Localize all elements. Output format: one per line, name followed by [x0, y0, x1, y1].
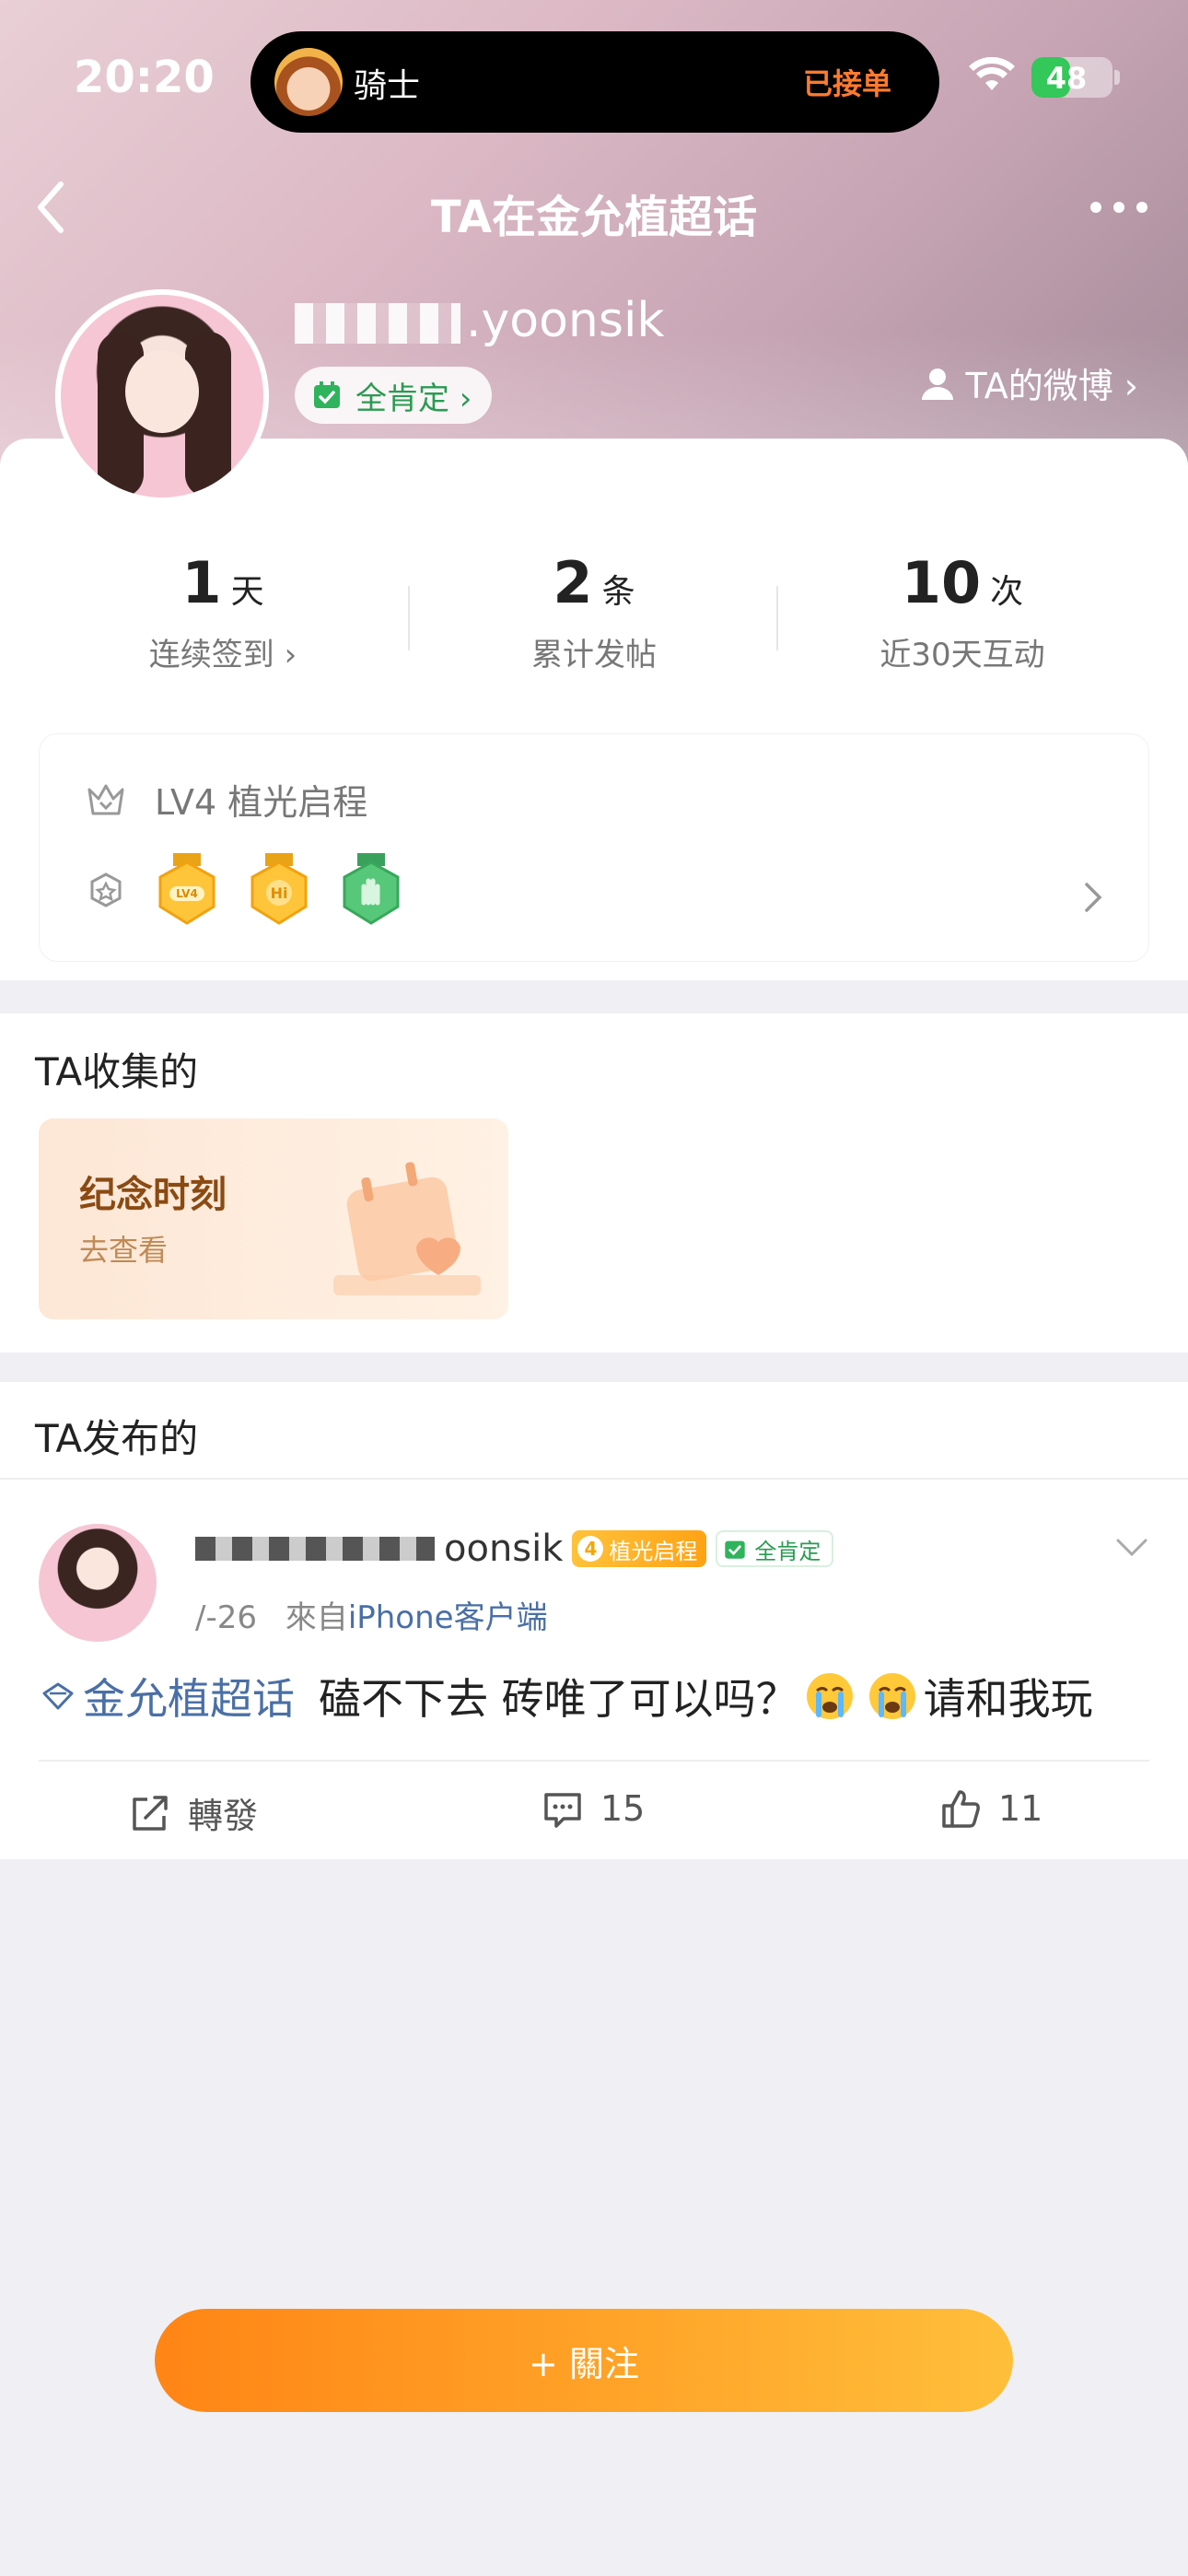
username-masked: [295, 303, 460, 344]
post-author-avatar[interactable]: [39, 1524, 157, 1642]
calendar-check-icon: [725, 1540, 746, 1559]
post-divider: [39, 1760, 1149, 1762]
medal-row: LV4 Hi: [85, 851, 403, 929]
repost-label: 轉發: [188, 1796, 259, 1836]
island-name: 骑士: [354, 67, 421, 105]
post-source[interactable]: iPhone客户端: [348, 1599, 548, 1636]
svg-text:LV4: LV4: [176, 887, 198, 900]
section-divider: [0, 1478, 1188, 1480]
stat-checkin[interactable]: 1天 连续签到 ›: [39, 549, 407, 674]
battery-nub: [1114, 70, 1120, 85]
post-author-name-text: oonsik: [444, 1528, 564, 1570]
svg-text:Hi: Hi: [271, 884, 288, 902]
weibo-link-label: TA的微博 ›: [965, 366, 1138, 406]
ta-weibo-link[interactable]: TA的微博 ›: [919, 357, 1138, 408]
medal-outline-icon: [90, 872, 122, 907]
post-meta: /-26 來自iPhone客户端: [195, 1592, 548, 1637]
memory-card-title: 纪念时刻: [79, 1174, 227, 1216]
memory-card[interactable]: 纪念时刻 去查看: [39, 1118, 508, 1319]
stat-unit: 次: [990, 573, 1024, 611]
calendar-heart-icon: [333, 1162, 481, 1295]
diamond-icon: [42, 1682, 74, 1710]
island-avatar: [274, 48, 343, 116]
collected-section: TA收集的 纪念时刻 去查看: [0, 1013, 1188, 1352]
crying-emoji-icon: [868, 1673, 915, 1719]
wifi-icon: [969, 57, 1015, 90]
username: .yoonsik: [295, 293, 665, 348]
memory-card-subtitle: 去查看: [79, 1233, 169, 1268]
dynamic-island[interactable]: 骑士 已接单: [250, 31, 939, 133]
like-count: 11: [998, 1788, 1043, 1829]
medal-hand-icon: [343, 853, 400, 925]
battery-indicator: 48: [1031, 57, 1112, 98]
level-crown-icon: [87, 784, 124, 814]
badge-label: 全肯定 ›: [355, 380, 472, 417]
follow-button[interactable]: + 關注: [155, 2309, 1013, 2412]
post-text-tail: 请和我玩: [923, 1674, 1093, 1724]
stat-number: 2: [553, 549, 593, 616]
full-affirm-tag-label: 全肯定: [754, 1538, 821, 1564]
level-row: LV4 植光启程: [85, 774, 367, 825]
comment-icon: [544, 1793, 581, 1828]
post-author-name-masked: [195, 1537, 435, 1561]
stat-unit: 天: [230, 573, 264, 611]
page-title: TA在金允植超话: [430, 192, 758, 243]
stat-posts[interactable]: 2条 累计发帖: [410, 549, 778, 674]
level-badge[interactable]: 4 植光启程: [572, 1530, 707, 1567]
stat-number: 1: [181, 549, 222, 616]
like-button[interactable]: 11: [939, 1787, 1042, 1830]
post-text-main: 磕不下去 砖唯了可以吗？: [319, 1674, 798, 1724]
post-source-prefix: 來自: [285, 1599, 348, 1636]
island-status: 已接单: [802, 66, 891, 101]
comment-button[interactable]: 15: [542, 1787, 645, 1830]
person-icon: [922, 368, 954, 400]
stat-unit: 条: [601, 573, 635, 611]
medal-hi-icon: Hi: [250, 853, 308, 925]
section-title: TA发布的: [35, 1416, 199, 1461]
full-affirm-badge[interactable]: 全肯定 ›: [295, 367, 493, 424]
more-icon[interactable]: [1087, 193, 1151, 221]
calendar-check-icon: [314, 381, 340, 408]
stat-number: 10: [901, 549, 982, 616]
stat-interactions[interactable]: 10 次 近30天互动: [778, 549, 1147, 674]
chevron-right-icon: [1085, 883, 1102, 912]
comment-count: 15: [600, 1788, 646, 1829]
username-text: .yoonsik: [466, 293, 665, 348]
crying-emoji-icon: [806, 1673, 853, 1719]
post-date: /-26: [195, 1599, 257, 1636]
thumbs-up-icon: [942, 1790, 980, 1828]
post-author-name[interactable]: oonsik 4 植光启程 全肯定: [195, 1528, 834, 1570]
level-badge-text: 植光启程: [609, 1538, 698, 1564]
level-text: LV4 植光启程: [155, 782, 368, 823]
repost-button[interactable]: 轉發: [129, 1787, 258, 1838]
level-badge-number: 4: [577, 1536, 604, 1562]
section-gap: [0, 982, 1188, 1013]
section-gap: [0, 1352, 1188, 1382]
super-topic-label: 金允植超话: [83, 1674, 295, 1724]
profile-card: 1天 连续签到 › 2条 累计发帖 10 次 近30天互动 LV4 植光启程 L…: [0, 439, 1188, 980]
level-medal-card[interactable]: LV4 植光启程 LV4 Hi: [39, 733, 1149, 962]
user-avatar[interactable]: [55, 289, 269, 503]
super-topic-link[interactable]: 金允植超话: [39, 1666, 295, 1727]
stat-label: 连续签到 ›: [148, 637, 297, 673]
stat-label: 近30天互动: [879, 637, 1045, 673]
post-body: 金允植超话 磕不下去 砖唯了可以吗？ 请和我玩: [39, 1666, 1093, 1727]
section-title: TA收集的: [35, 1049, 199, 1095]
battery-level: 48: [1045, 61, 1088, 96]
stat-label: 累计发帖: [531, 637, 657, 673]
avatar-face: [125, 350, 199, 433]
status-time: 20:20: [74, 52, 215, 103]
medal-lv4-icon: LV4: [158, 853, 215, 925]
full-affirm-tag[interactable]: 全肯定: [716, 1530, 834, 1567]
share-icon: [133, 1795, 168, 1831]
chevron-down-icon[interactable]: [1114, 1537, 1149, 1559]
